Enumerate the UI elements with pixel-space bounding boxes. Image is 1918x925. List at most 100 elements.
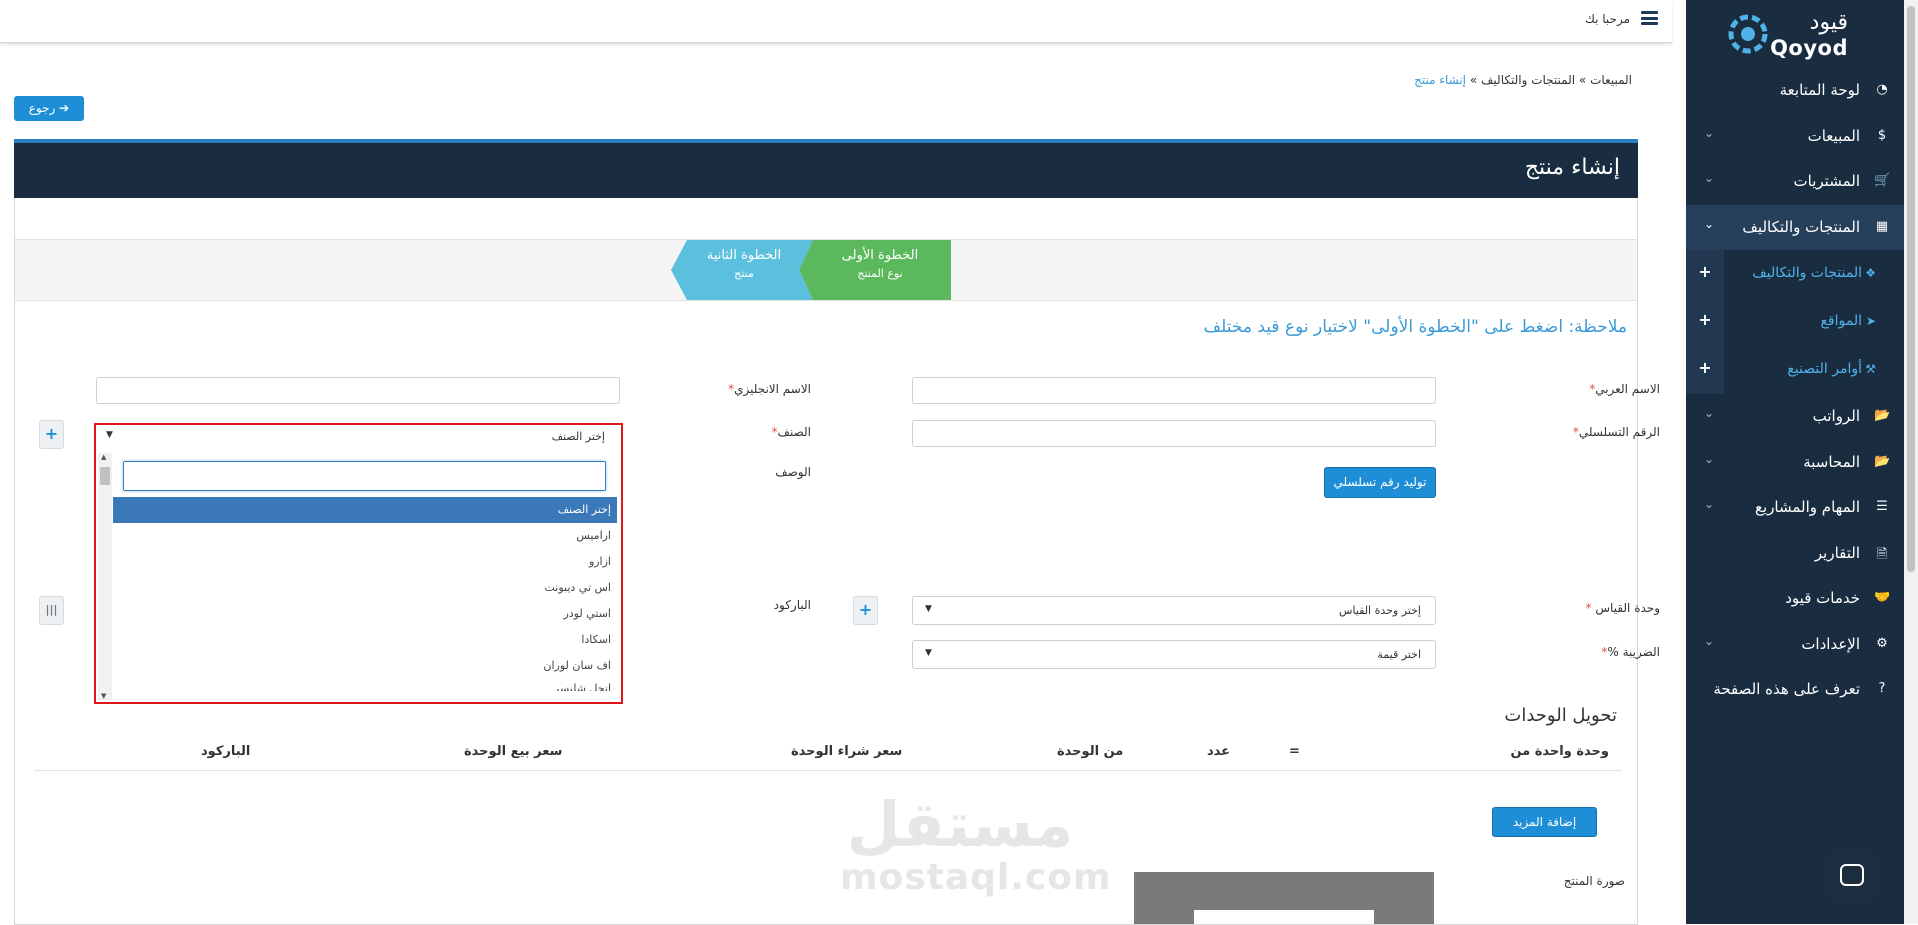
tax-select-value: اختر قيمة — [1377, 648, 1421, 661]
sidebar-item-label: الإعدادات — [1801, 634, 1860, 653]
scroll-down-icon[interactable]: ▼ — [101, 692, 106, 700]
sidebar-item-sales[interactable]: $ المبيعات ⌄ — [1686, 114, 1918, 160]
english-name-input[interactable] — [96, 377, 620, 404]
add-more-button[interactable]: إضافة المزيد — [1492, 807, 1597, 837]
sidebar-item-services[interactable]: 🤝 خدمات قيود — [1686, 576, 1918, 622]
logo-mark-icon — [1728, 14, 1768, 54]
scrollbar-thumb[interactable] — [1907, 6, 1915, 572]
arrow-right-icon: ➔ — [59, 101, 70, 115]
category-label: الصنف* — [771, 425, 811, 439]
add-manufacturing-order-button[interactable]: + — [1686, 346, 1724, 394]
category-dropdown[interactable]: إختر الصنف ▼ ▲ ▼ إختر الصنف اراميس ازارو… — [94, 423, 623, 704]
sidebar-item-dashboard[interactable]: ◔ لوحة المتابعة — [1686, 68, 1918, 114]
qoyod-logo[interactable]: قيود Qoyod — [1728, 10, 1848, 60]
wizard-steps: الخطوة الأولى نوع المنتج الخطوة الثانية … — [15, 239, 1637, 301]
page-title: إنشاء منتج — [1524, 155, 1620, 180]
sidebar-item-settings[interactable]: ⚙ الإعدادات ⌄ — [1686, 622, 1918, 668]
breadcrumb-sales[interactable]: المبيعات — [1590, 73, 1632, 87]
col-purchase-price: سعر شراء الوحدة — [791, 744, 903, 759]
add-more-label: إضافة المزيد — [1512, 815, 1577, 829]
dropdown-scroll-thumb[interactable] — [100, 467, 110, 485]
sidebar-subitem-manufacturing[interactable]: + ⚒ أوامر التصنيع — [1686, 346, 1918, 394]
generate-serial-button[interactable]: توليد رقم تسلسلي — [1324, 467, 1436, 498]
sidebar-item-label: المهام والمشاريع — [1755, 498, 1860, 516]
units-divider — [34, 770, 1622, 771]
sidebar-item-label: الرواتب — [1812, 407, 1860, 425]
barcode-icon[interactable]: ||| — [39, 596, 64, 625]
arabic-name-input[interactable] — [912, 377, 1436, 404]
sidebar-menu: ◔ لوحة المتابعة $ المبيعات ⌄ 🛒 المشتريات… — [1686, 68, 1918, 713]
add-location-button[interactable]: + — [1686, 298, 1724, 346]
add-category-button[interactable]: + — [39, 420, 64, 449]
product-image-dropzone[interactable] — [1134, 872, 1434, 924]
arabic-name-label: الاسم العربي* — [1589, 382, 1660, 396]
breadcrumb-products[interactable]: المنتجات والتكاليف — [1481, 73, 1575, 87]
category-option[interactable]: انجل شليسر — [113, 679, 617, 691]
watermark-arabic: مستقل — [846, 788, 1074, 861]
watermark-latin: mostaql.com — [840, 857, 1112, 898]
folder-icon: 📂 — [1874, 408, 1891, 423]
sidebar-item-accounting[interactable]: 📂 المحاسبة ⌄ — [1686, 440, 1918, 486]
sidebar-subitem-products[interactable]: + ❖ المنتجات والتكاليف — [1686, 250, 1918, 298]
sidebar-subitem-locations[interactable]: + ➤ المواقع — [1686, 298, 1918, 346]
serial-number-input[interactable] — [912, 420, 1436, 447]
sidebar-subitem-label: أوامر التصنيع — [1787, 361, 1862, 377]
hamburger-menu-icon[interactable] — [1641, 11, 1658, 25]
add-unit-button[interactable]: + — [853, 596, 878, 625]
col-one-unit-of: وحدة واحدة من — [1510, 744, 1609, 759]
chat-widget-button[interactable] — [1822, 846, 1882, 906]
tax-select[interactable]: اختر قيمة ▼ — [912, 640, 1436, 669]
image-placeholder — [1194, 910, 1374, 924]
sidebar-item-tasks[interactable]: ☰ المهام والمشاريع ⌄ — [1686, 485, 1918, 531]
dollar-icon: $ — [1877, 127, 1887, 143]
scroll-up-icon[interactable]: ▲ — [101, 453, 106, 461]
category-option[interactable]: إختر الصنف — [113, 497, 617, 523]
sidebar-item-label: المشتريات — [1793, 172, 1860, 190]
chevron-down-icon: ⌄ — [1704, 633, 1715, 648]
breadcrumb-current: إنشاء منتج — [1414, 73, 1466, 87]
col-of-unit: من الوحدة — [1057, 744, 1124, 759]
caret-down-icon: ▼ — [106, 430, 113, 440]
page-scrollbar[interactable] — [1904, 0, 1918, 924]
category-select-value: إختر الصنف — [551, 430, 605, 443]
english-name-label: الاسم الانجليزي* — [728, 382, 811, 396]
category-option[interactable]: استي لودر — [113, 601, 617, 627]
back-button[interactable]: رجوع ➔ — [14, 96, 84, 121]
sidebar-item-label: المحاسبة — [1803, 452, 1860, 471]
step-two[interactable]: الخطوة الثانية منتج — [689, 248, 799, 280]
category-option[interactable]: اس تي ديبونت — [113, 575, 617, 601]
step-one[interactable]: الخطوة الأولى نوع المنتج — [815, 248, 945, 280]
category-search-input[interactable] — [123, 461, 606, 491]
category-option[interactable]: اراميس — [113, 523, 617, 549]
grid-icon: ▦ — [1875, 218, 1889, 234]
sidebar-item-products[interactable]: ▦ المنتجات والتكاليف ⌄ — [1686, 204, 1918, 250]
top-bar: مرحبا بك — [0, 0, 1672, 43]
chevron-down-icon: ⌄ — [1704, 497, 1715, 511]
unit-select[interactable]: إختر وحدة القياس ▼ — [912, 596, 1436, 625]
category-option[interactable]: اف سان لوران — [113, 653, 617, 679]
sidebar-item-payroll[interactable]: 📂 الرواتب ⌄ — [1686, 394, 1918, 440]
welcome-text: مرحبا بك — [1584, 12, 1630, 26]
step-two-subtitle: منتج — [734, 267, 754, 280]
dashboard-icon: ◔ — [1876, 82, 1888, 97]
category-option[interactable]: اسكادا — [113, 627, 617, 653]
dropdown-scrollbar[interactable]: ▲ ▼ — [98, 453, 112, 700]
barcode-label: الباركود — [773, 598, 811, 612]
folder-open-icon: 📂 — [1874, 453, 1891, 469]
category-option[interactable]: ازارو — [113, 549, 617, 575]
step-one-subtitle: نوع المنتج — [857, 267, 903, 280]
gear-icon: ⚙ — [1876, 635, 1888, 651]
breadcrumb-separator: » — [1578, 73, 1587, 87]
file-icon: 🗎 — [1876, 546, 1888, 562]
category-select[interactable]: إختر الصنف ▼ — [96, 425, 621, 450]
units-section-title: تحويل الوحدات — [1504, 705, 1617, 726]
serial-number-label: الرقم التسلسلي* — [1572, 425, 1660, 439]
panel-header: إنشاء منتج — [14, 139, 1638, 198]
sidebar-subitem-label: المنتجات والتكاليف — [1752, 265, 1862, 281]
sidebar-item-reports[interactable]: 🗎 التقارير — [1686, 531, 1918, 577]
add-product-button[interactable]: + — [1686, 250, 1724, 298]
sidebar-item-help[interactable]: ? تعرف على هذه الصفحة — [1686, 667, 1918, 713]
breadcrumb: المبيعات » المنتجات والتكاليف » إنشاء من… — [1414, 73, 1632, 87]
chat-icon — [1840, 864, 1864, 886]
sidebar-item-purchases[interactable]: 🛒 المشتريات ⌄ — [1686, 159, 1918, 205]
